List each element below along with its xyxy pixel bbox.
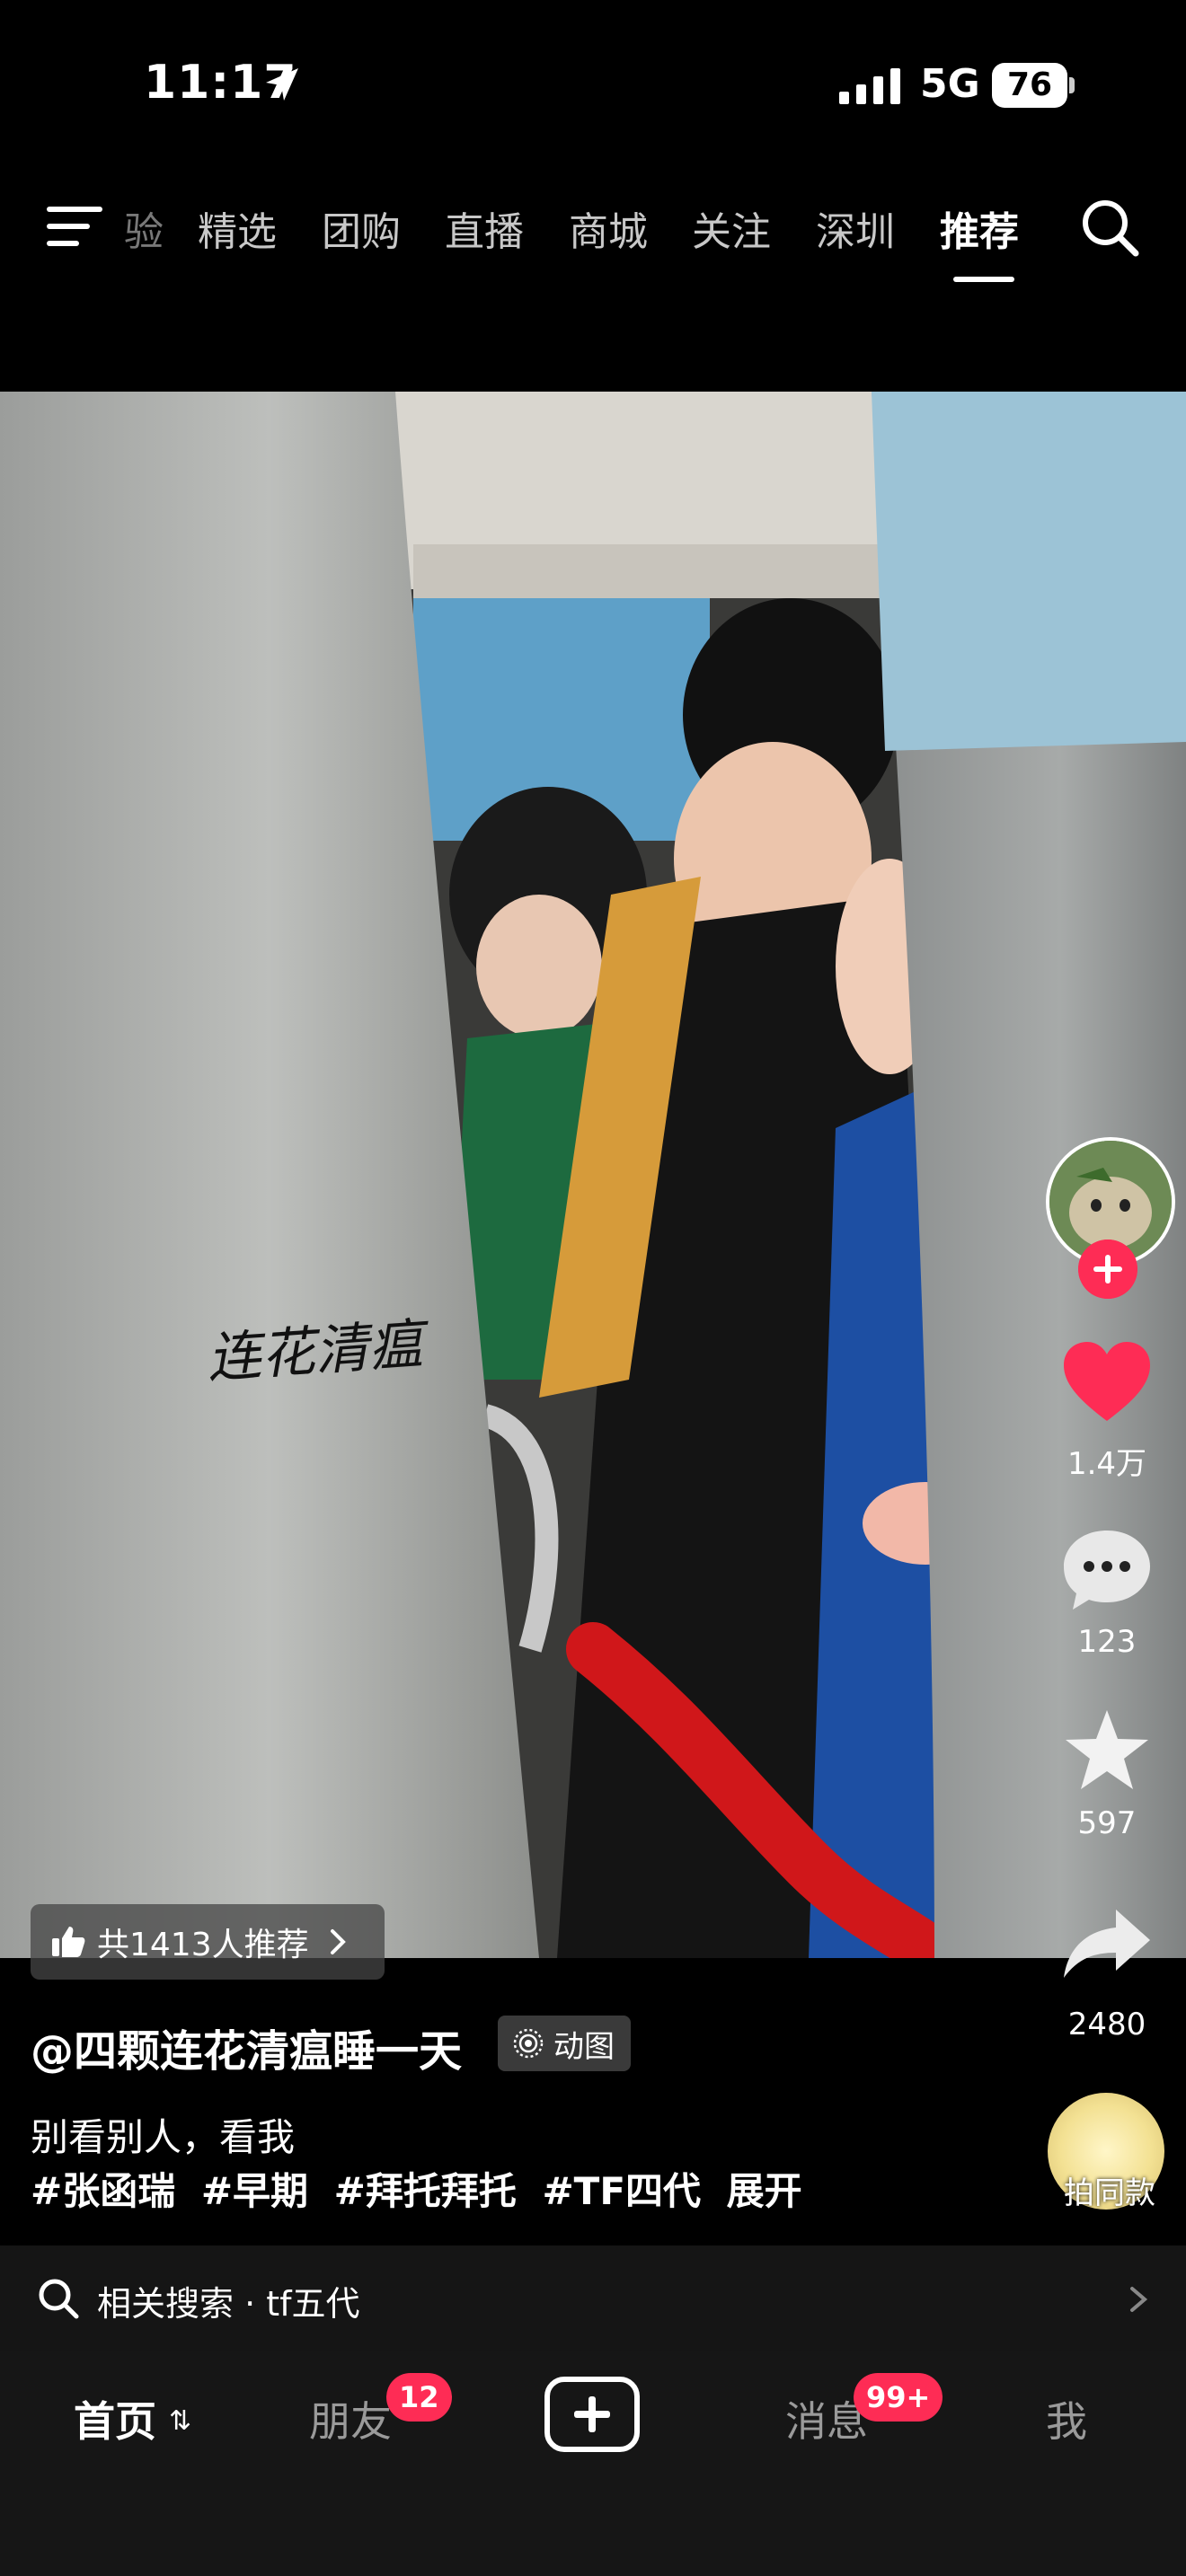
nav-me[interactable]: 我 <box>1046 2389 1087 2448</box>
battery-indicator: 76 <box>992 63 1067 108</box>
share-count: 2480 <box>1067 2007 1146 2042</box>
create-button[interactable] <box>544 2377 640 2452</box>
tab-featured[interactable]: 精选 <box>198 199 277 257</box>
post-caption: 别看别人，看我 <box>31 2115 296 2159</box>
video-player[interactable]: 连花清瘟 <box>0 392 1186 1958</box>
tab-local[interactable]: 深圳 <box>816 199 895 257</box>
hashtag[interactable]: #早期 <box>201 2169 308 2213</box>
hashtag[interactable]: #TF四代 <box>542 2169 701 2213</box>
recommend-pill[interactable]: 共1413人推荐 <box>31 1904 385 1980</box>
thumbs-up-icon <box>52 1927 85 1957</box>
messages-badge: 99+ <box>854 2373 943 2422</box>
hashtag[interactable]: #拜托拜托 <box>334 2169 517 2213</box>
search-icon <box>39 2279 79 2319</box>
related-search-label[interactable]: 相关搜索 · tf五代 <box>97 2276 360 2325</box>
star-icon[interactable] <box>1060 1707 1154 1796</box>
hashtag[interactable]: #张函瑞 <box>31 2169 175 2213</box>
tab-group-buy[interactable]: 团购 <box>322 199 401 257</box>
tab-recommended[interactable]: 推荐 <box>940 199 1019 257</box>
comment-count: 123 <box>1077 1624 1137 1660</box>
tab-live[interactable]: 直播 <box>445 199 524 257</box>
recommend-count: 共1413人推荐 <box>97 1927 309 1963</box>
swap-icon[interactable]: ⇅ <box>169 2405 191 2437</box>
follow-plus-button[interactable] <box>1078 1239 1137 1299</box>
nav-home[interactable]: 首页 <box>74 2389 156 2448</box>
tab-mall[interactable]: 商城 <box>569 199 648 257</box>
heart-icon[interactable] <box>1060 1338 1154 1428</box>
network-type: 5G <box>920 61 980 107</box>
like-count: 1.4万 <box>1067 1446 1147 1482</box>
hashtag-row: #张函瑞 #早期 #拜托拜托 #TF四代 展开 <box>31 2161 815 2216</box>
gif-badge: 动图 <box>498 2016 631 2071</box>
signal-icon <box>839 68 900 104</box>
gif-badge-label: 动图 <box>553 2028 615 2065</box>
favorite-count: 597 <box>1077 1805 1137 1841</box>
nav-friends[interactable]: 朋友 <box>309 2389 392 2448</box>
friends-badge: 12 <box>386 2373 452 2422</box>
chevron-right-icon[interactable] <box>1125 2281 1152 2317</box>
comment-icon[interactable] <box>1060 1525 1154 1615</box>
expand-link[interactable]: 展开 <box>727 2169 802 2213</box>
live-photo-icon <box>513 2028 544 2059</box>
same-style-label[interactable]: 拍同款 <box>1042 2168 1177 2212</box>
location-arrow-icon <box>266 68 298 101</box>
chevron-right-icon <box>330 1929 346 1954</box>
tab-following[interactable]: 关注 <box>692 199 771 257</box>
author-name[interactable]: @四颗连花清瘟睡一天 <box>31 2016 462 2078</box>
tab-partial[interactable]: 验 <box>124 199 164 257</box>
active-tab-indicator <box>953 277 1014 282</box>
video-frame <box>0 392 1186 1958</box>
share-icon[interactable] <box>1060 1901 1154 1990</box>
battery-tip <box>1069 77 1075 93</box>
plus-icon <box>574 2396 610 2432</box>
search-icon[interactable] <box>1078 196 1141 259</box>
menu-icon[interactable] <box>47 205 102 248</box>
video-watermark: 连花清瘟 <box>205 1312 425 1391</box>
